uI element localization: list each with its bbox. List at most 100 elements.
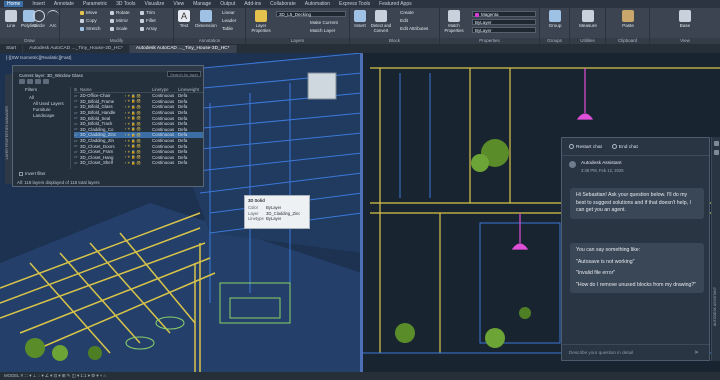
ribbon-tab-express-tools[interactable]: Express Tools xyxy=(339,1,370,7)
suggestion-unused-blocks[interactable]: "How do I remove unused blocks from my d… xyxy=(576,282,698,290)
layer-state-icons[interactable]: ♀☀🔒🖨 xyxy=(124,161,152,165)
paste-button[interactable]: Paste xyxy=(617,9,639,28)
match-layer-button[interactable]: Match Layer xyxy=(310,28,335,33)
ribbon-tab-collaborate[interactable]: Collaborate xyxy=(270,1,296,7)
viewcube-icon[interactable] xyxy=(307,72,337,100)
copy-button[interactable]: Copy xyxy=(80,18,97,23)
layer-state-icons[interactable]: ♀☀🔒🖨 xyxy=(124,139,152,143)
mirror-button[interactable]: Mirror xyxy=(110,18,128,23)
layer-state-icons[interactable]: ♀☀🔒🖨 xyxy=(124,111,152,115)
layer-row[interactable]: ▱ 3D_Bifold_Glass ♀☀🔒🖨 Continuous Defa xyxy=(74,104,203,110)
stretch-button[interactable]: Stretch xyxy=(80,26,101,31)
restart-chat-button[interactable]: Restart chat xyxy=(569,143,602,149)
ribbon-tab-automation[interactable]: Automation xyxy=(305,1,330,7)
send-icon[interactable]: ➤ xyxy=(694,349,702,356)
array-button[interactable]: Array xyxy=(140,26,157,31)
base-view-button[interactable]: Base xyxy=(674,9,696,28)
new-vp-frozen-icon[interactable] xyxy=(27,79,33,84)
detect-convert-button[interactable]: Detect and Convert xyxy=(368,9,394,33)
layer-row[interactable]: ▱ 3D_Bifold_Seal ♀☀🔒🖨 Continuous Defa xyxy=(74,115,203,121)
ribbon-tab-home[interactable]: Home xyxy=(4,1,24,7)
dimension-button[interactable]: Dimension xyxy=(192,9,220,28)
edit-attributes-button[interactable]: Edit Attributes xyxy=(400,26,428,31)
edit-block-button[interactable]: Edit xyxy=(400,18,408,23)
move-button[interactable]: Move xyxy=(80,10,97,15)
col-linetype[interactable]: Linetype xyxy=(152,87,178,92)
layer-state-icons[interactable]: ♀☀🔒🖨 xyxy=(124,150,152,154)
text-button[interactable]: A Text xyxy=(176,9,192,28)
tab-tiny-house-3d[interactable]: Autodesk AutoCAD ..._Tiny_House-3D_HC* xyxy=(129,45,237,53)
ribbon-tab-view[interactable]: View xyxy=(173,1,184,7)
set-current-icon[interactable] xyxy=(43,79,49,84)
invert-filter-checkbox[interactable]: Invert filter xyxy=(19,171,46,176)
ribbon-tab-3d-tools[interactable]: 3D Tools xyxy=(116,1,135,7)
col-name[interactable]: Name xyxy=(80,87,124,92)
rotate-button[interactable]: Rotate xyxy=(110,10,130,15)
layer-row[interactable]: ▱ 3D_Bifold_Frame ♀☀🔒🖨 Continuous Defa xyxy=(74,98,203,105)
suggestion-autosave[interactable]: "Autosave is not working" xyxy=(576,259,698,267)
layer-state-icons[interactable]: ♀☀🔒🖨 xyxy=(124,105,152,109)
color-dropdown[interactable]: Magenta xyxy=(472,11,536,17)
new-layer-icon[interactable] xyxy=(19,79,25,84)
assistant-question-input[interactable]: Describe your question in detail ➤ xyxy=(562,344,709,360)
layer-state-icons[interactable]: ♀☀🔒🖨 xyxy=(124,133,152,137)
circle-button[interactable]: Circle xyxy=(32,9,46,28)
delete-layer-icon[interactable] xyxy=(35,79,41,84)
scale-button[interactable]: Scale xyxy=(110,26,128,31)
lineweight-dropdown[interactable]: ByLayer xyxy=(472,27,536,33)
leader-button[interactable]: Leader xyxy=(222,18,236,23)
status-bar[interactable]: MODEL # ::: ▾ ⊥ ◌ ▾ ∠ ▾ ⊡ ▾ ⊞ ✎ ◫ ▾ 1:1 … xyxy=(0,372,720,380)
layer-row[interactable]: ▱ 3D_Bifold_Handle ♀☀🔒🖨 Continuous Defa xyxy=(74,110,203,116)
arc-button[interactable]: Arc xyxy=(46,9,60,28)
ribbon-tab-parametric[interactable]: Parametric xyxy=(83,1,107,7)
group-button[interactable]: Group xyxy=(544,9,566,28)
filter-landscape[interactable]: Landscape xyxy=(17,113,70,119)
layer-row[interactable]: ▱ 3D_Bifold_Track ♀☀🔒🖨 Continuous Defa xyxy=(74,121,203,127)
create-block-button[interactable]: Create xyxy=(400,10,414,15)
table-button[interactable]: Table xyxy=(222,26,233,31)
layer-row[interactable]: ▱ 3D_Cladding_Zinc ♀☀🔒🖨 Continuous Defa xyxy=(74,132,203,138)
layer-row[interactable]: ▱ 3D_Closet_Hang ♀☀🔒🖨 Continuous Defa xyxy=(74,154,203,161)
layer-state-icons[interactable]: ♀☀🔒🖨 xyxy=(124,144,152,148)
viewport-controls[interactable]: [-][SW Isometric][Realistic][Fast] xyxy=(6,55,71,60)
layer-state-icons[interactable]: ♀☀🔒🖨 xyxy=(124,99,152,103)
make-current-button[interactable]: Make Current xyxy=(310,20,338,25)
ribbon-tab-manage[interactable]: Manage xyxy=(193,1,211,7)
group-label: Group xyxy=(548,23,562,28)
layer-row[interactable]: ▱ 3D_Cladding_Zin ♀☀🔒🖨 Continuous Defa xyxy=(74,138,203,144)
ribbon-tab-add-ins[interactable]: Add-ins xyxy=(244,1,261,7)
layer-row[interactable]: ▱ 3D_Closet_Fram ♀☀🔒🖨 Continuous Defa xyxy=(74,149,203,155)
layer-state-icons[interactable]: ♀☀🔒🖨 xyxy=(124,155,152,159)
ribbon-tab-featured-apps[interactable]: Featured Apps xyxy=(379,1,412,7)
close-icon[interactable] xyxy=(713,141,719,146)
layer-row[interactable]: ▱ 3D_Closet_Doors ♀☀🔒🖨 Continuous Defa xyxy=(74,143,203,149)
fillet-button[interactable]: Fillet xyxy=(140,18,156,23)
end-chat-button[interactable]: End chat xyxy=(611,143,638,149)
measure-button[interactable]: Measure xyxy=(577,9,599,28)
layer-state-icons[interactable]: ♀☀🔒🖨 xyxy=(124,116,152,120)
layer-state-icons[interactable]: ♀☀🔒🖨 xyxy=(124,94,152,98)
tab-start[interactable]: Start xyxy=(0,45,24,53)
layer-properties-button[interactable]: Layer Properties xyxy=(248,9,274,33)
layer-search-input[interactable]: Search for layer xyxy=(167,71,201,77)
ribbon-tab-insert[interactable]: Insert xyxy=(32,1,45,7)
col-lineweight[interactable]: Lineweight xyxy=(178,87,203,92)
trim-button[interactable]: Trim xyxy=(140,10,155,15)
insert-button[interactable]: Insert xyxy=(352,9,368,28)
suggestion-invalid-file[interactable]: "Invalid file error" xyxy=(576,270,698,278)
layer-row[interactable]: ▱ 2D-Office-Chair ♀☀🔒🖨 Continuous Defa xyxy=(74,93,203,99)
layer-state-icons[interactable]: ♀☀🔒🖨 xyxy=(124,122,152,126)
layer-row[interactable]: ▱ 3D_Closet_Shelf ♀☀🔒🖨 Continuous Defa xyxy=(74,160,203,166)
ribbon-tab-visualize[interactable]: Visualize xyxy=(144,1,164,7)
layer-properties-label: Layer Properties xyxy=(251,23,271,33)
match-properties-button[interactable]: Match Properties xyxy=(440,9,468,33)
settings-icon[interactable] xyxy=(713,150,719,155)
ribbon-tab-annotate[interactable]: Annotate xyxy=(54,1,74,7)
ribbon-tab-output[interactable]: Output xyxy=(220,1,235,7)
layer-row[interactable]: ▱ 3D_Cladding_Co ♀☀🔒🖨 Continuous Defa xyxy=(74,126,203,133)
linetype-dropdown[interactable]: ByLayer xyxy=(472,19,536,25)
layer-state-icons[interactable]: ♀☀🔒🖨 xyxy=(124,127,152,131)
linear-button[interactable]: Linear xyxy=(222,10,235,15)
layer-dropdown[interactable]: 3D_L5_Decking xyxy=(276,11,346,17)
tab-tiny-house-2d[interactable]: Autodesk AutoCAD ..._Tiny_House-2D_HC* xyxy=(23,45,130,53)
